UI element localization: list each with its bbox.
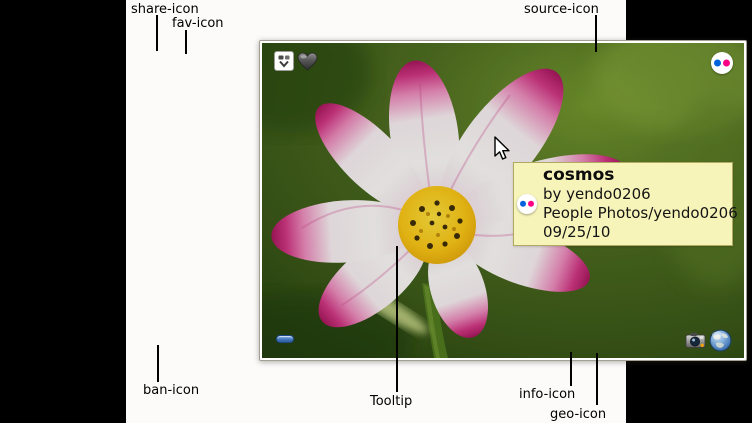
camera-glyph [685, 330, 706, 351]
tooltip-photo-title: cosmos [543, 166, 738, 185]
tooltip-photo-album: People Photos/yendo0206 [543, 204, 738, 223]
flickr-pink-dot [723, 59, 730, 66]
mouse-cursor [493, 136, 511, 162]
photo-tooltip: cosmos by yendo0206 People Photos/yendo0… [513, 162, 733, 246]
callout-line-info [570, 352, 572, 386]
flickr-blue-dot [714, 59, 721, 66]
info-icon[interactable] [685, 330, 706, 351]
source-icon[interactable] [711, 52, 733, 74]
callout-line-ban [157, 345, 159, 382]
label-fav-icon: fav-icon [172, 16, 224, 31]
geo-icon[interactable] [709, 329, 732, 352]
ban-icon[interactable] [276, 335, 294, 343]
flickr-blue-dot [520, 201, 526, 207]
flickr-pink-dot [528, 201, 534, 207]
callout-line-tooltip [396, 246, 398, 392]
callout-line-share [156, 15, 158, 51]
label-ban-icon: ban-icon [143, 383, 199, 398]
tooltip-photo-date: 09/25/10 [543, 223, 738, 242]
fav-icon[interactable] [297, 52, 318, 72]
globe-glyph [709, 329, 732, 352]
label-geo-icon: geo-icon [550, 407, 606, 422]
label-share-icon: share-icon [131, 2, 199, 17]
tooltip-photo-byline: by yendo0206 [543, 185, 738, 204]
share-icon[interactable] [274, 51, 294, 71]
share-glyph [277, 54, 291, 68]
callout-line-source [595, 15, 597, 52]
label-tooltip: Tooltip [370, 394, 412, 409]
screenshot-content-area: cosmos by yendo0206 People Photos/yendo0… [126, 0, 626, 423]
label-source-icon: source-icon [524, 2, 599, 17]
annotated-screenshot: cosmos by yendo0206 People Photos/yendo0… [0, 0, 752, 423]
label-info-icon: info-icon [519, 387, 575, 402]
flickr-icon [517, 194, 537, 214]
callout-line-geo [596, 353, 598, 405]
callout-line-fav [185, 30, 187, 54]
heart-glyph [297, 52, 318, 72]
flickr-badge [711, 52, 733, 74]
